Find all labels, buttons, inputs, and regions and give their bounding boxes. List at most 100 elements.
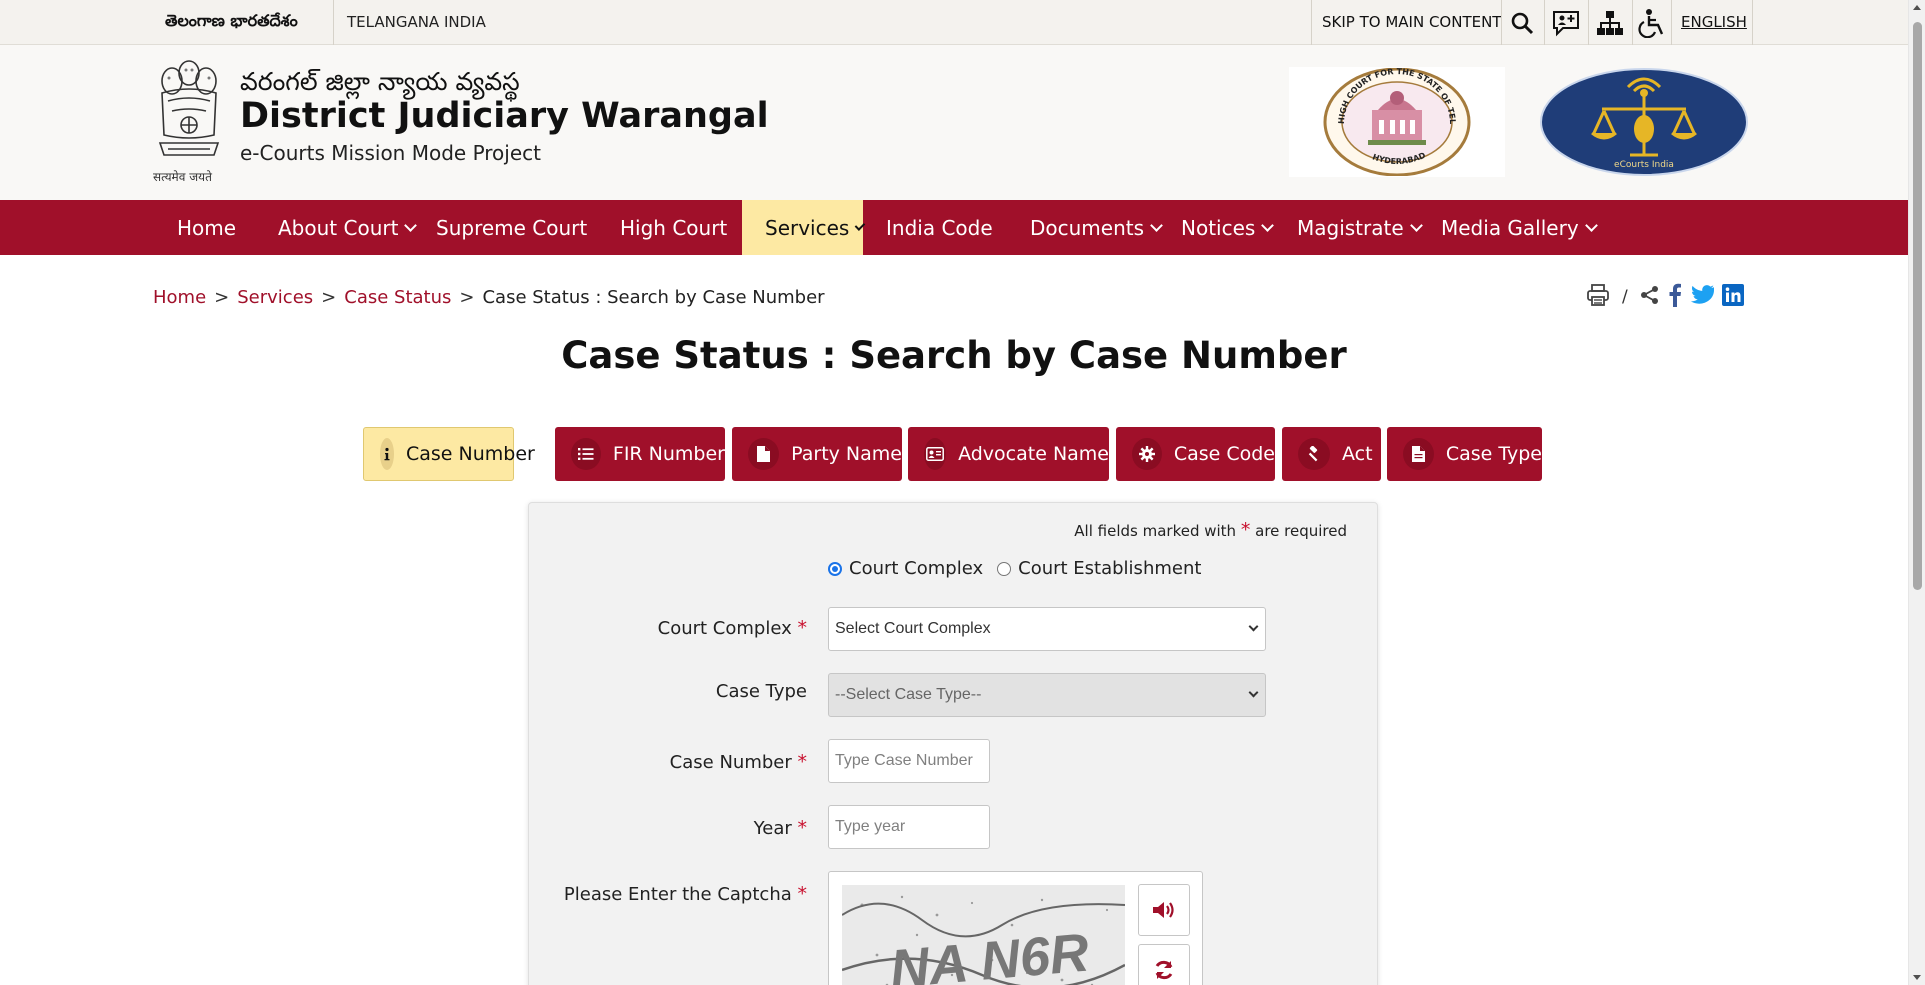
gavel-icon — [1298, 438, 1330, 470]
sitemap-icon[interactable] — [1593, 8, 1627, 38]
court-type-radio-group: Court Complex Court Establishment — [828, 558, 1201, 579]
list-icon — [571, 438, 601, 470]
page-title: Case Status : Search by Case Number — [561, 334, 1347, 377]
breadcrumb-services[interactable]: Services — [237, 287, 313, 308]
print-icon[interactable] — [1586, 283, 1610, 311]
chevron-down-icon — [1150, 218, 1163, 232]
tab-case-number[interactable]: Case Number — [363, 427, 535, 481]
nav-item-high-court[interactable]: High Court — [620, 200, 727, 255]
breadcrumb-case-status[interactable]: Case Status — [344, 287, 451, 308]
nav-label: India Code — [886, 215, 993, 240]
divider — [1632, 0, 1633, 45]
tab-advocate-name[interactable]: Advocate Name — [908, 427, 1109, 481]
search-icon[interactable] — [1505, 8, 1539, 38]
speaker-icon — [1153, 902, 1174, 918]
emblem-motto: सत्यमेव जयते — [153, 170, 212, 184]
divider — [1752, 0, 1753, 45]
nav-item-supreme-court[interactable]: Supreme Court — [436, 200, 587, 255]
case-number-input[interactable]: Type Case Number — [828, 739, 990, 783]
radio-court-establishment[interactable] — [997, 561, 1012, 576]
ecourts-logo[interactable]: eCourts India — [1538, 67, 1750, 177]
field-label-text: Case Number — [669, 752, 792, 773]
chevron-down-icon — [1261, 218, 1275, 232]
captcha-label: Please Enter the Captcha * — [564, 883, 807, 905]
skip-to-main-link[interactable]: SKIP TO MAIN CONTENT — [1322, 13, 1501, 31]
chevron-down-icon — [1248, 687, 1259, 698]
field-label-text: Case Type — [715, 681, 807, 702]
select-value: --Select Case Type-- — [835, 686, 982, 703]
tab-label: Case Code — [1173, 443, 1275, 465]
high-court-seal-logo[interactable]: HIGH COURT FOR THE STATE OF TELANGANA HY… — [1289, 67, 1505, 177]
captcha-image: NA N6R — [842, 885, 1125, 985]
gear-icon — [1132, 438, 1162, 470]
site-title[interactable]: District Judiciary Warangal — [240, 96, 769, 136]
nav-item-media-gallery[interactable]: Media Gallery — [1441, 200, 1598, 255]
chevron-down-icon — [1409, 218, 1423, 232]
language-selector[interactable]: ENGLISH — [1681, 13, 1747, 31]
breadcrumb-home[interactable]: Home — [153, 287, 206, 308]
tab-case-type[interactable]: Case Type — [1387, 427, 1542, 481]
radio-label[interactable]: Court Complex — [849, 558, 983, 579]
nav-item-documents[interactable]: Documents — [1030, 200, 1163, 255]
case-number-label: Case Number * — [670, 751, 807, 773]
captcha-refresh-button[interactable] — [1138, 944, 1190, 985]
telugu-state-label: తెలంగాణ భారతదేశం — [165, 11, 298, 30]
breadcrumb-current: Case Status : Search by Case Number — [482, 287, 825, 308]
divider — [1544, 0, 1545, 45]
linkedin-icon[interactable] — [1721, 284, 1744, 310]
tab-label: Case Number — [406, 443, 535, 465]
required-marker: * — [797, 617, 808, 639]
case-type-select[interactable]: --Select Case Type-- — [828, 673, 1266, 717]
year-input[interactable]: Type year — [828, 805, 990, 849]
tab-case-code[interactable]: Case Code — [1116, 427, 1275, 481]
divider — [1311, 0, 1312, 45]
tab-label: Party Name — [791, 443, 902, 465]
court-complex-label: Court Complex * — [658, 617, 807, 639]
radio-label[interactable]: Court Establishment — [1018, 558, 1201, 579]
share-divider: / — [1622, 287, 1628, 307]
nav-label: Supreme Court — [436, 215, 588, 240]
nav-label: About Court — [278, 215, 399, 240]
divider — [1588, 0, 1589, 45]
chevron-down-icon — [1584, 218, 1598, 232]
nav-item-about-court[interactable]: About Court — [278, 200, 418, 255]
page-scrollbar[interactable] — [1908, 0, 1925, 985]
scroll-up-arrow[interactable] — [1913, 5, 1921, 10]
accessibility-icon[interactable] — [1635, 8, 1669, 38]
captcha-audio-button[interactable] — [1138, 884, 1190, 936]
scroll-thumb[interactable] — [1913, 22, 1922, 590]
nav-label: Magistrate — [1297, 215, 1404, 240]
tab-act[interactable]: Act — [1282, 427, 1381, 481]
nav-item-notices[interactable]: Notices — [1181, 200, 1275, 255]
refresh-icon — [1155, 960, 1173, 980]
field-label-text: Year — [753, 818, 792, 839]
document-icon — [1403, 438, 1434, 470]
nav-item-india-code[interactable]: India Code — [886, 200, 993, 255]
required-marker: * — [797, 883, 808, 905]
share-icon[interactable] — [1640, 285, 1660, 309]
main-nav: Home About Court Supreme Court High Cour… — [0, 200, 1908, 255]
captcha-box: NA N6R — [828, 871, 1203, 985]
tab-label: Advocate Name — [958, 443, 1109, 465]
twitter-icon[interactable] — [1690, 285, 1715, 309]
radio-court-complex[interactable] — [828, 561, 842, 576]
tab-fir-number[interactable]: FIR Number — [555, 427, 725, 481]
nav-item-magistrate[interactable]: Magistrate — [1297, 200, 1423, 255]
national-emblem-logo[interactable] — [150, 55, 228, 175]
divider — [333, 0, 334, 45]
nav-item-home[interactable]: Home — [177, 200, 236, 255]
tab-label: FIR Number — [612, 443, 725, 465]
nav-label: Notices — [1181, 215, 1256, 240]
nav-label: Documents — [1030, 215, 1145, 240]
tab-party-name[interactable]: Party Name — [732, 427, 902, 481]
breadcrumb: Home > Services > Case Status > Case Status : … — [153, 287, 825, 308]
court-complex-select[interactable]: Select Court Complex — [828, 607, 1266, 651]
select-value: Select Court Complex — [835, 620, 991, 637]
tab-label: Act — [1342, 443, 1373, 465]
scroll-down-arrow[interactable] — [1913, 975, 1921, 980]
field-label-text: Court Complex — [657, 618, 792, 639]
facebook-icon[interactable] — [1668, 283, 1682, 311]
chevron-down-icon — [854, 219, 866, 231]
nav-item-services[interactable]: Services — [742, 200, 866, 255]
feedback-icon[interactable] — [1549, 8, 1583, 38]
